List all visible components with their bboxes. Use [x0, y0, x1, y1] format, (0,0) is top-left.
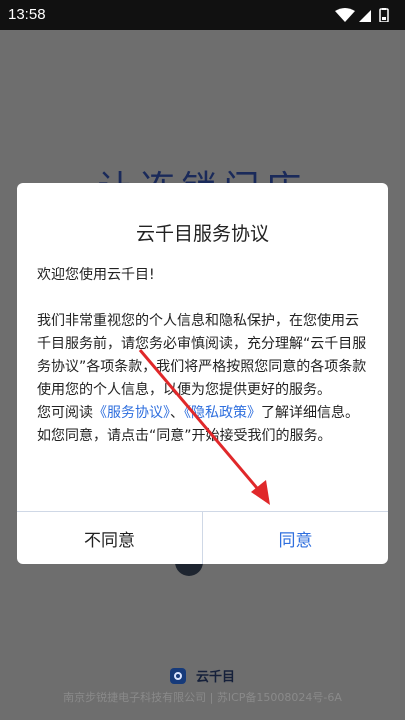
brand-footer: 云千目 — [0, 665, 405, 685]
links-separator: 、 — [170, 405, 184, 421]
service-agreement-link[interactable]: 《服务协议》 — [93, 405, 170, 421]
dialog-body: 欢迎您使用云千目! 我们非常重视您的个人信息和隐私保护，在您使用云千目服务前，请… — [37, 264, 372, 448]
dialog-footer: 不同意 同意 — [17, 511, 388, 564]
disagree-button[interactable]: 不同意 — [17, 512, 203, 564]
brand-name: 云千目 — [196, 670, 236, 685]
battery-icon — [379, 8, 389, 22]
agree-button[interactable]: 同意 — [203, 512, 388, 564]
cellular-signal-icon — [359, 10, 371, 22]
icp-license-text: 南京步锐捷电子科技有限公司 | 苏ICP备15008024号-6A — [63, 691, 342, 704]
privacy-statement-text: 我们非常重视您的个人信息和隐私保护，在您使用云千目服务前，请您务必审慎阅读，充分… — [37, 313, 367, 398]
status-icons — [335, 8, 395, 22]
agreement-links-paragraph: 您可阅读《服务协议》、《隐私政策》了解详细信息。如您同意，请点击“同意”开始接受… — [37, 402, 372, 448]
greeting-text: 欢迎您使用云千目! — [37, 267, 155, 283]
app-logo-icon — [169, 667, 186, 684]
links-prefix-text: 您可阅读 — [37, 405, 93, 421]
privacy-policy-link[interactable]: 《隐私政策》 — [184, 405, 261, 421]
status-time: 13:58 — [8, 6, 46, 23]
wifi-icon — [335, 8, 355, 22]
status-bar: 13:58 — [0, 0, 405, 30]
dialog-title: 云千目服务协议 — [135, 223, 269, 245]
service-agreement-dialog: 云千目服务协议 欢迎您使用云千目! 我们非常重视您的个人信息和隐私保护，在您使用… — [17, 183, 388, 564]
